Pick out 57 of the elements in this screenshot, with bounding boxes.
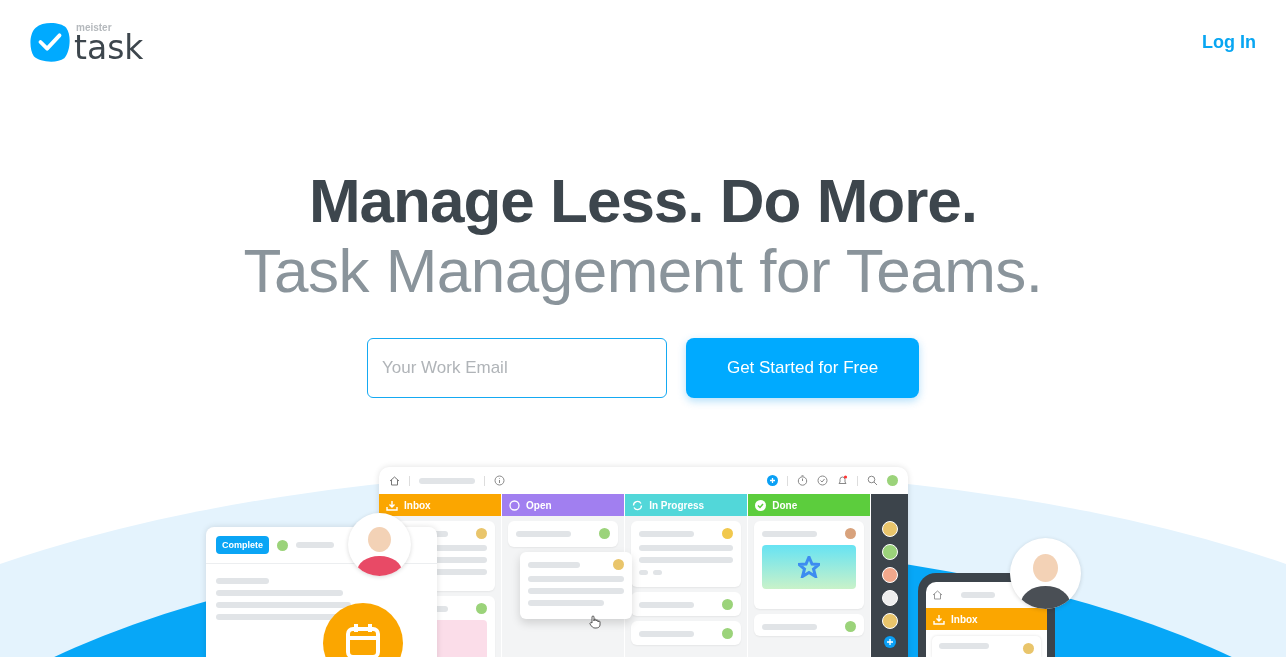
avatar	[881, 544, 898, 560]
circle-icon	[509, 499, 521, 511]
placeholder-bar	[639, 630, 695, 637]
avatar	[1023, 643, 1034, 654]
placeholder-bar	[216, 578, 269, 584]
plus-icon	[767, 475, 778, 486]
home-icon	[389, 475, 400, 486]
column-title: In Progress	[649, 499, 705, 511]
home-icon	[932, 590, 943, 600]
checkmark-logo-icon	[30, 21, 70, 63]
avatar	[845, 621, 857, 632]
placeholder-bar	[939, 643, 989, 649]
column-title: Inbox	[404, 499, 431, 511]
download-tray-icon	[933, 613, 945, 625]
avatar	[722, 599, 734, 610]
placeholder-bar	[762, 530, 818, 537]
avatar	[613, 559, 624, 570]
complete-button[interactable]: Complete	[216, 536, 269, 554]
placeholder-bar	[516, 530, 572, 537]
avatar	[599, 528, 611, 539]
avatar	[881, 613, 898, 629]
email-field[interactable]: Your Work Email	[367, 338, 667, 398]
check-circle-icon	[817, 475, 828, 486]
avatar	[881, 521, 898, 537]
plus-icon	[883, 636, 896, 648]
avatar	[722, 528, 734, 539]
column-title: Done	[772, 499, 798, 511]
login-link[interactable]: Log In	[1202, 31, 1256, 53]
placeholder-bar	[296, 542, 334, 548]
avatar	[722, 628, 734, 639]
avatar	[476, 528, 488, 539]
placeholder-bar	[639, 530, 695, 537]
info-icon	[494, 475, 505, 486]
logo-prefix: meister	[76, 23, 113, 33]
avatar	[881, 590, 898, 606]
get-started-button[interactable]: Get Started for Free	[686, 338, 919, 398]
placeholder-bar	[762, 623, 818, 630]
avatar	[845, 528, 857, 539]
avatar	[881, 567, 898, 583]
logo-wordmark: task	[74, 33, 144, 63]
refresh-icon	[632, 499, 644, 511]
hero-subtitle: Task Management for Teams.	[243, 236, 1043, 306]
placeholder-bar	[528, 561, 580, 568]
column-title: Open	[526, 499, 552, 511]
avatar	[277, 539, 288, 551]
download-tray-icon	[386, 499, 398, 511]
placeholder-bar	[639, 601, 695, 608]
avatar	[887, 475, 898, 486]
hero-title: Manage Less. Do More.	[308, 166, 978, 236]
avatar	[476, 603, 488, 614]
check-circle-icon	[755, 499, 767, 511]
bell-icon	[837, 475, 848, 486]
column-title: Inbox	[951, 613, 978, 625]
placeholder-bar	[961, 592, 995, 598]
placeholder-bar	[419, 477, 475, 484]
search-icon	[867, 475, 878, 486]
stopwatch-icon	[797, 475, 808, 486]
